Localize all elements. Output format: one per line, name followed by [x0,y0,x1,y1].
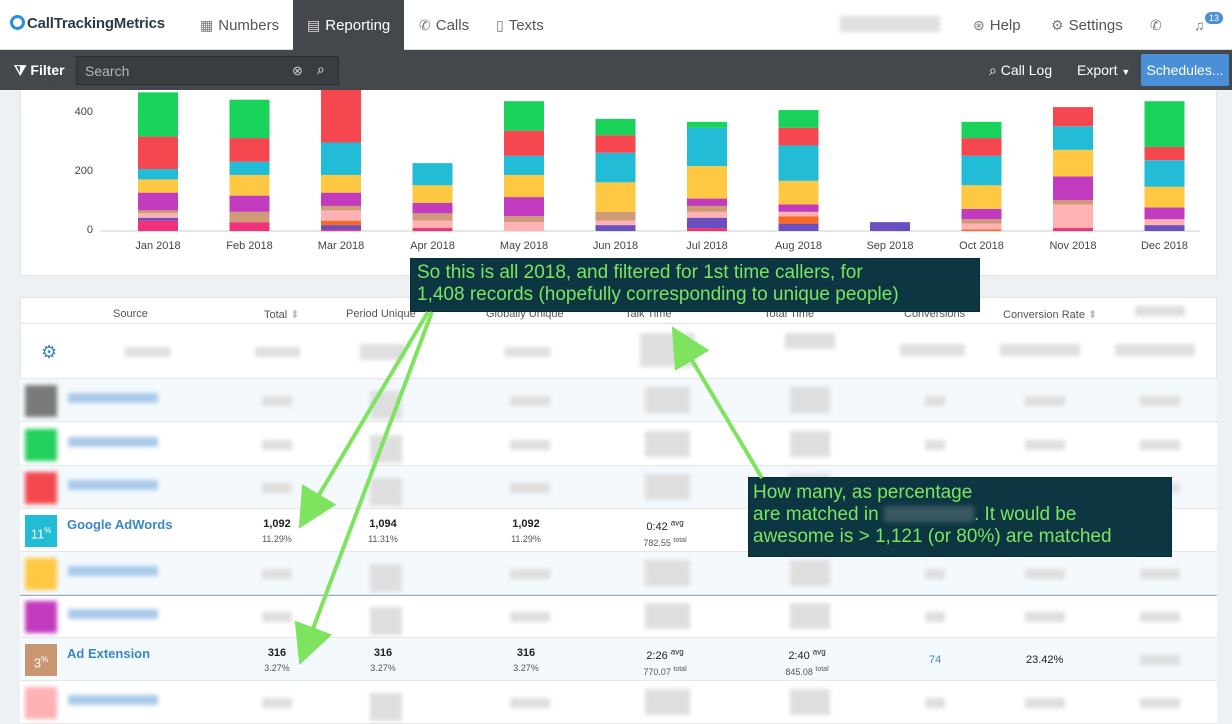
arrow-to-ad-extension [294,311,434,665]
annotation-arrows [294,310,764,665]
arrow-to-talk-time [671,326,764,480]
